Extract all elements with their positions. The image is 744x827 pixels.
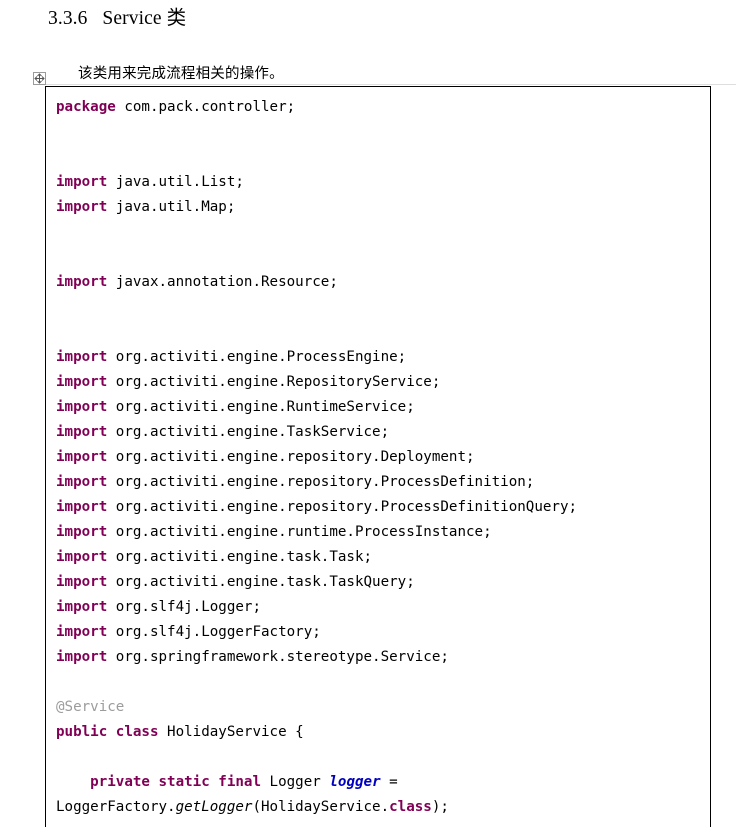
code-token: Logger (261, 774, 330, 790)
code-token: org.springframework.stereotype.Service; (107, 649, 449, 665)
code-token: import (56, 399, 108, 415)
code-line: import org.activiti.engine.RepositorySer… (56, 370, 710, 395)
code-token: import (56, 649, 108, 665)
code-token: import (56, 199, 108, 215)
code-line: import org.activiti.engine.repository.De… (56, 445, 710, 470)
code-token: org.activiti.engine.RepositoryService; (107, 374, 441, 390)
page-title: 3.3.6 Service 类 (48, 8, 187, 29)
code-token: import (56, 599, 108, 615)
code-token: org.activiti.engine.repository.ProcessDe… (107, 499, 578, 515)
code-token: logger (329, 774, 381, 790)
code-token: HolidayService { (158, 724, 304, 740)
code-token: public (56, 724, 108, 740)
code-line: import java.util.List; (56, 170, 710, 195)
code-line: import javax.annotation.Resource; (56, 270, 710, 295)
code-token: LoggerFactory. (56, 799, 176, 815)
code-line: import org.activiti.engine.repository.Pr… (56, 470, 710, 495)
code-token: import (56, 274, 108, 290)
code-token: javax.annotation.Resource; (107, 274, 338, 290)
code-token: import (56, 349, 108, 365)
code-token: import (56, 449, 108, 465)
code-token: class (115, 724, 159, 740)
code-block-table: package com.pack.controller; import java… (45, 86, 711, 827)
code-token: import (56, 524, 108, 540)
code-token: = (380, 774, 398, 790)
code-token: import (56, 174, 108, 190)
code-token: org.activiti.engine.TaskService; (107, 424, 390, 440)
code-line: import org.activiti.engine.RuntimeServic… (56, 395, 710, 420)
code-line: import org.slf4j.Logger; (56, 595, 710, 620)
code-token: private static final (90, 774, 262, 790)
code-token: java.util.List; (107, 174, 244, 190)
code-token: package (56, 99, 116, 115)
code-line: import org.activiti.engine.runtime.Proce… (56, 520, 710, 545)
code-token: class (389, 799, 432, 815)
code-token: import (56, 474, 108, 490)
code-token: org.activiti.engine.runtime.ProcessInsta… (107, 524, 492, 540)
intro-paragraph: 该类用来完成流程相关的操作。 (78, 66, 284, 82)
code-line: import org.activiti.engine.task.Task; (56, 545, 710, 570)
code-token: org.activiti.engine.task.Task; (107, 549, 373, 565)
code-line: import org.activiti.engine.task.TaskQuer… (56, 570, 710, 595)
code-token: import (56, 549, 108, 565)
code-line: import org.activiti.engine.repository.Pr… (56, 495, 710, 520)
code-token: import (56, 574, 108, 590)
code-token: getLogger (175, 799, 253, 815)
code-token: java.util.Map; (107, 199, 236, 215)
code-block-content[interactable]: package com.pack.controller; import java… (46, 87, 710, 827)
code-token: import (56, 374, 108, 390)
code-token: org.activiti.engine.RuntimeService; (107, 399, 415, 415)
code-token: (HolidayService. (252, 799, 390, 815)
code-line: import org.springframework.stereotype.Se… (56, 645, 710, 670)
code-token: org.activiti.engine.repository.Deploymen… (107, 449, 475, 465)
code-token: org.activiti.engine.repository.ProcessDe… (107, 474, 535, 490)
code-token: @Service (56, 699, 125, 715)
move-cross-icon (34, 73, 45, 84)
code-line: import org.activiti.engine.ProcessEngine… (56, 345, 710, 370)
code-token: import (56, 499, 108, 515)
code-line: import org.activiti.engine.TaskService; (56, 420, 710, 445)
table-move-handle[interactable] (33, 72, 46, 85)
code-token: import (56, 624, 108, 640)
code-line: package com.pack.controller; (56, 95, 710, 120)
code-token: org.slf4j.LoggerFactory; (107, 624, 321, 640)
code-line: LoggerFactory.getLogger(HolidayService.c… (56, 795, 710, 820)
code-line: private static final Logger logger = (56, 770, 710, 795)
code-line: import java.util.Map; (56, 195, 710, 220)
code-token: org.activiti.engine.task.TaskQuery; (107, 574, 415, 590)
code-token: ); (431, 799, 449, 815)
code-line: import org.slf4j.LoggerFactory; (56, 620, 710, 645)
code-line: @Service (56, 695, 710, 720)
code-token: org.activiti.engine.ProcessEngine; (107, 349, 407, 365)
horizontal-rule (46, 84, 736, 85)
code-token: org.slf4j.Logger; (107, 599, 261, 615)
code-line: public class HolidayService { (56, 720, 710, 745)
code-token: import (56, 424, 108, 440)
code-token: com.pack.controller; (115, 99, 296, 115)
